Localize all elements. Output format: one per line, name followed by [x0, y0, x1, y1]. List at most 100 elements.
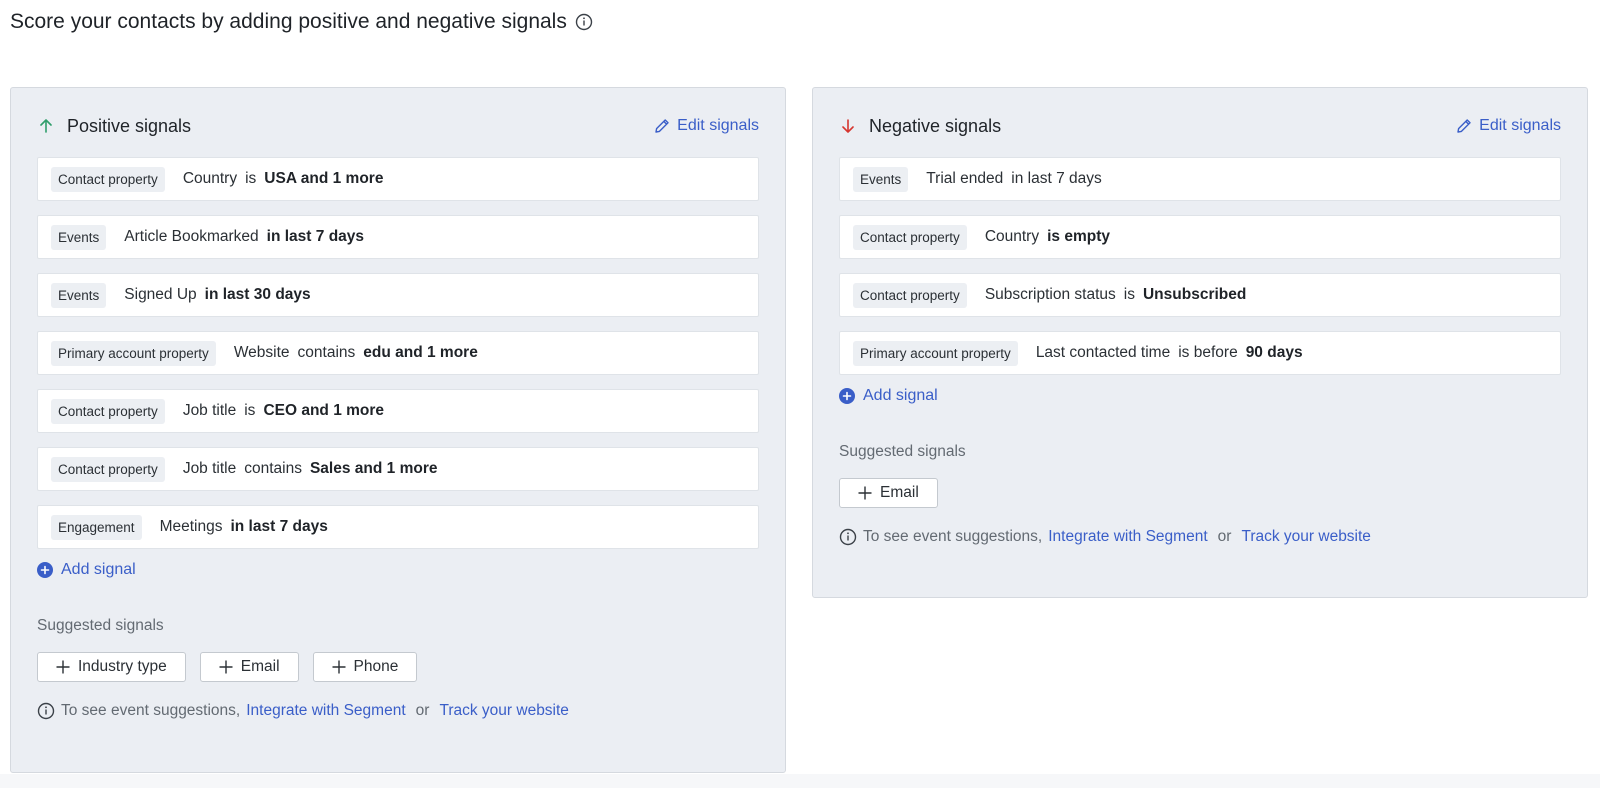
info-icon [37, 702, 55, 720]
signal-property: Last contacted time [1035, 344, 1171, 361]
signal-value: Unsubscribed [1142, 286, 1247, 303]
positive-signal-list: Contact property Country is USA and 1 mo… [37, 157, 759, 720]
signal-operator: is before [1178, 344, 1238, 361]
hint-text: To see event suggestions, [863, 528, 1043, 545]
negative-panel-header: Negative signals Edit signals [839, 112, 1561, 140]
signal-property: Subscription status [984, 286, 1116, 303]
suggested-chip-email[interactable]: Email [199, 652, 299, 682]
signal-value: in last 7 days [266, 228, 365, 245]
signal-value: is empty [1047, 228, 1110, 245]
signal-property: Job title [182, 460, 237, 477]
signal-operator: is [245, 170, 257, 187]
signal-value: CEO and 1 more [263, 402, 385, 419]
signal-row[interactable]: Contact property Subscription status is … [839, 273, 1561, 317]
pencil-icon [653, 117, 671, 135]
signal-type-tag: Events [853, 166, 909, 192]
signal-operator: contains [244, 460, 302, 477]
bottom-strip [0, 774, 1600, 788]
hint-or: or [1217, 528, 1232, 545]
positive-add-signal-button[interactable]: Add signal [37, 561, 759, 579]
signal-property: Meetings [159, 518, 223, 535]
signal-row[interactable]: Contact property Job title is CEO and 1 … [37, 389, 759, 433]
signal-property: Website [233, 344, 290, 361]
suggested-chips: Industry type Email Phone [37, 652, 759, 682]
suggested-chip-email[interactable]: Email [839, 478, 938, 508]
edit-signals-label: Edit signals [1479, 117, 1561, 134]
signal-type-tag: Contact property [51, 398, 165, 424]
plus-circle-icon [37, 562, 53, 578]
signal-type-tag: Events [51, 224, 107, 250]
signal-value: 90 days [1245, 344, 1303, 361]
chip-label: Email [240, 658, 280, 675]
suggested-signals-label: Suggested signals [37, 617, 164, 634]
suggested-chip-phone[interactable]: Phone [312, 652, 418, 682]
signal-value: in last 7 days [230, 518, 328, 535]
plus-icon [332, 660, 346, 674]
edit-signals-label: Edit signals [677, 117, 759, 134]
chip-label: Phone [353, 658, 399, 675]
integrate-segment-link[interactable]: Integrate with Segment [246, 702, 405, 720]
signal-type-tag: Contact property [51, 166, 165, 192]
add-signal-label: Add signal [61, 561, 136, 578]
signal-operator: is [1123, 286, 1135, 303]
signal-type-tag: Contact property [853, 282, 967, 308]
signal-type-tag: Contact property [853, 224, 967, 250]
arrow-up-icon [37, 117, 55, 135]
positive-edit-signals-button[interactable]: Edit signals [653, 117, 759, 135]
signal-row[interactable]: Contact property Country is empty [839, 215, 1561, 259]
plus-icon [858, 486, 872, 500]
signal-row[interactable]: Primary account property Last contacted … [839, 331, 1561, 375]
info-icon [839, 528, 857, 546]
signal-property: Signed Up [124, 286, 197, 303]
track-website-link[interactable]: Track your website [439, 702, 569, 720]
suggested-chip-industry-type[interactable]: Industry type [37, 652, 186, 682]
signal-property: Article Bookmarked [124, 228, 259, 245]
signal-value: in last 30 days [204, 286, 311, 303]
event-suggestions-hint: To see event suggestions, Integrate with… [839, 528, 1561, 546]
signal-type-tag: Primary account property [51, 340, 216, 366]
event-suggestions-hint: To see event suggestions, Integrate with… [37, 702, 759, 720]
signal-value: USA and 1 more [264, 170, 384, 187]
signal-property: Trial ended [926, 170, 1004, 187]
signal-type-tag: Events [51, 282, 107, 308]
signal-type-tag: Primary account property [853, 340, 1018, 366]
signal-type-tag: Engagement [51, 514, 142, 540]
hint-or: or [415, 702, 430, 719]
hint-text: To see event suggestions, [61, 702, 241, 719]
signal-row[interactable]: Engagement Meetings in last 7 days [37, 505, 759, 549]
negative-panel-title: Negative signals [869, 115, 1002, 136]
info-icon[interactable] [575, 13, 593, 31]
signal-property: Job title [182, 402, 237, 419]
pencil-icon [1455, 117, 1473, 135]
signal-row[interactable]: Events Article Bookmarked in last 7 days [37, 215, 759, 259]
signal-operator: contains [297, 344, 356, 361]
signal-property: Country [182, 170, 238, 187]
signal-row[interactable]: Contact property Country is USA and 1 mo… [37, 157, 759, 201]
signal-row[interactable]: Events Signed Up in last 30 days [37, 273, 759, 317]
positive-panel-header: Positive signals Edit signals [37, 112, 759, 140]
positive-panel-title: Positive signals [67, 115, 192, 136]
plus-circle-icon [839, 388, 855, 404]
suggested-signals-label: Suggested signals [839, 443, 966, 460]
add-signal-label: Add signal [863, 387, 938, 404]
signal-type-tag: Contact property [51, 456, 165, 482]
plus-icon [219, 660, 233, 674]
signal-row[interactable]: Contact property Job title contains Sale… [37, 447, 759, 491]
negative-add-signal-button[interactable]: Add signal [839, 387, 1561, 405]
signal-row[interactable]: Events Trial ended in last 7 days [839, 157, 1561, 201]
track-website-link[interactable]: Track your website [1241, 528, 1371, 546]
chip-label: Industry type [78, 658, 167, 675]
negative-edit-signals-button[interactable]: Edit signals [1455, 117, 1561, 135]
page-title-row: Score your contacts by adding positive a… [10, 10, 593, 34]
signal-operator: in last 7 days [1011, 170, 1102, 187]
arrow-down-icon [839, 117, 857, 135]
signal-value: edu and 1 more [363, 344, 478, 361]
signal-value: Sales and 1 more [309, 460, 438, 477]
integrate-segment-link[interactable]: Integrate with Segment [1048, 528, 1207, 546]
signal-row[interactable]: Primary account property Website contain… [37, 331, 759, 375]
chip-label: Email [880, 484, 919, 501]
negative-signal-list: Events Trial ended in last 7 days Contac… [839, 157, 1561, 546]
signal-operator: is [244, 402, 256, 419]
plus-icon [56, 660, 70, 674]
positive-signals-panel: Positive signals Edit signals Contact pr… [10, 87, 786, 773]
